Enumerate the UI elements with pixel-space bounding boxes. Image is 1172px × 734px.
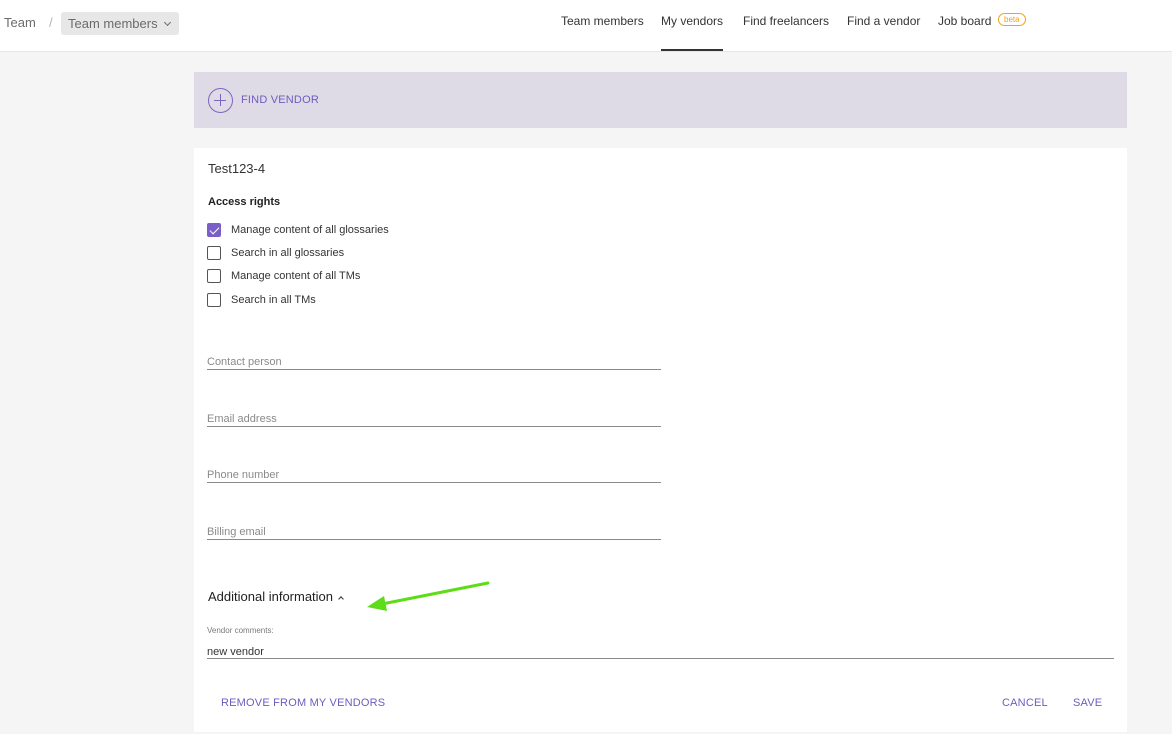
- checkbox[interactable]: [207, 223, 221, 237]
- chevron-down-icon: [163, 18, 171, 26]
- breadcrumb-team[interactable]: Team: [4, 15, 36, 30]
- find-vendor-label: FIND VENDOR: [241, 94, 319, 106]
- access-right-manage-tms[interactable]: Manage content of all TMs: [207, 268, 360, 284]
- find-vendor-button[interactable]: FIND VENDOR: [194, 72, 1127, 128]
- annotation-arrow-icon: [367, 581, 490, 611]
- phone-number-field[interactable]: [207, 465, 661, 483]
- checkbox[interactable]: [207, 246, 221, 260]
- tab-my-vendors[interactable]: My vendors: [661, 14, 724, 51]
- vendor-comments-field[interactable]: [207, 642, 1114, 659]
- vendor-comments-label: Vendor comments:: [207, 626, 274, 635]
- breadcrumb-separator: /: [49, 15, 53, 30]
- contact-person-input[interactable]: [207, 354, 661, 370]
- plus-circle-icon: [208, 88, 233, 113]
- vendor-card: Test123-4 Access rights Manage content o…: [194, 148, 1127, 732]
- access-right-manage-glossaries[interactable]: Manage content of all glossaries: [207, 222, 389, 238]
- vendor-comments-input[interactable]: [207, 645, 1114, 659]
- additional-information-title: Additional information: [208, 589, 334, 604]
- access-rights-title: Access rights: [208, 196, 281, 208]
- checkbox[interactable]: [207, 293, 221, 307]
- checkbox-label: Manage content of all TMs: [231, 270, 361, 282]
- tab-team-members[interactable]: Team members: [561, 14, 644, 28]
- checkbox[interactable]: [207, 269, 221, 283]
- remove-from-my-vendors-button[interactable]: REMOVE FROM MY VENDORS: [221, 697, 385, 709]
- tab-job-board[interactable]: Job board: [938, 14, 991, 28]
- save-button[interactable]: SAVE: [1073, 697, 1102, 709]
- billing-email-field[interactable]: [207, 522, 661, 540]
- checkbox-label: Search in all glossaries: [231, 247, 345, 259]
- top-header: Team / Team members Team members My vend…: [0, 0, 1172, 52]
- chevron-up-icon: [338, 595, 344, 602]
- tab-find-freelancers[interactable]: Find freelancers: [743, 14, 829, 28]
- cancel-button[interactable]: CANCEL: [1002, 697, 1048, 709]
- contact-person-field[interactable]: [207, 352, 661, 370]
- access-right-search-glossaries[interactable]: Search in all glossaries: [207, 245, 344, 261]
- access-right-search-tms[interactable]: Search in all TMs: [207, 292, 316, 308]
- additional-information-toggle[interactable]: Additional information: [208, 589, 344, 604]
- checkbox-label: Search in all TMs: [231, 294, 316, 306]
- email-address-input[interactable]: [207, 411, 661, 427]
- team-members-dropdown-label: Team members: [68, 16, 158, 31]
- phone-number-input[interactable]: [207, 467, 661, 483]
- tab-find-a-vendor[interactable]: Find a vendor: [847, 14, 920, 28]
- email-address-field[interactable]: [207, 409, 661, 427]
- checkbox-label: Manage content of all glossaries: [231, 224, 389, 236]
- billing-email-input[interactable]: [207, 524, 661, 540]
- vendor-name: Test123-4: [208, 161, 266, 176]
- beta-badge: beta: [998, 13, 1026, 26]
- team-members-dropdown[interactable]: Team members: [61, 12, 179, 35]
